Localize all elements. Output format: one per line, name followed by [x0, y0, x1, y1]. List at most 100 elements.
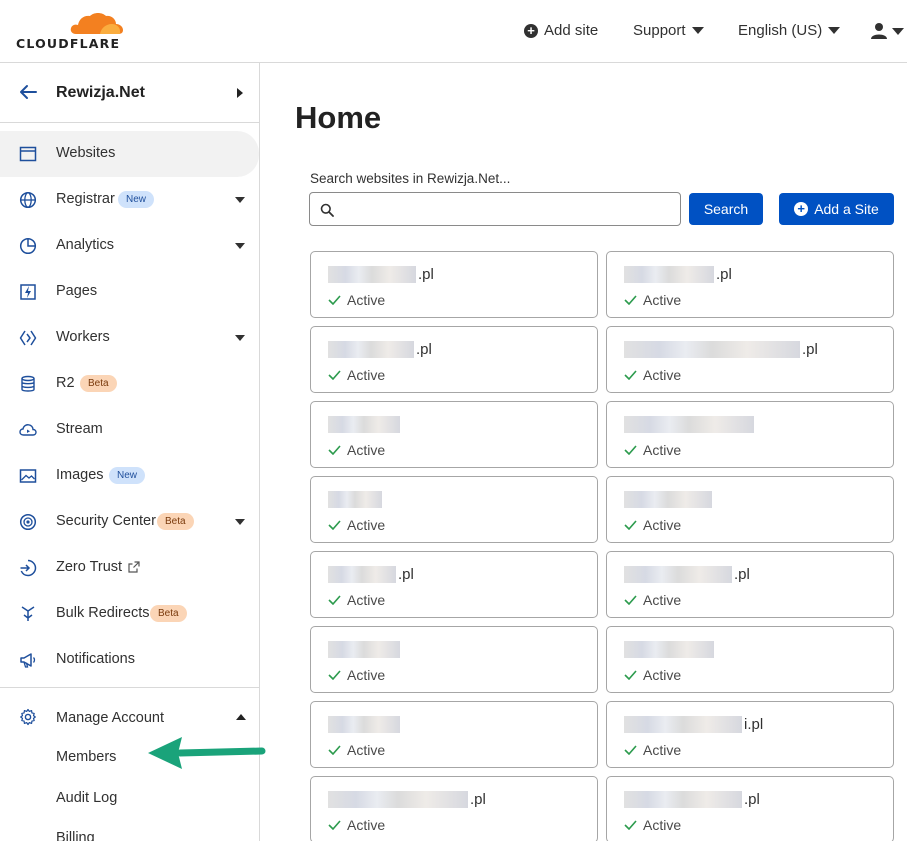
globe-icon — [19, 191, 37, 209]
site-card[interactable]: Active — [606, 626, 894, 693]
site-card[interactable]: .pl Active — [310, 776, 598, 841]
site-card[interactable]: .pl Active — [310, 326, 598, 393]
site-domain[interactable]: i.pl — [624, 715, 763, 733]
beta-badge: Beta — [80, 375, 117, 392]
add-site-link[interactable]: + Add site — [524, 22, 598, 39]
site-status: Active — [624, 592, 681, 608]
redacted-domain — [328, 715, 400, 733]
caret-down-icon[interactable] — [235, 519, 245, 525]
redacted-domain — [624, 340, 800, 358]
sidebar-item-pages[interactable]: Pages — [0, 269, 259, 315]
sidebar-item-images[interactable]: Images New — [0, 453, 259, 499]
account-header[interactable]: Rewizja.Net — [0, 63, 259, 123]
redacted-domain — [624, 265, 714, 283]
site-domain[interactable]: .pl — [328, 340, 432, 358]
site-domain[interactable] — [328, 490, 384, 508]
browser-window-icon — [19, 146, 37, 162]
site-card[interactable]: .pl Active — [606, 551, 894, 618]
add-site-button-label: Add a Site — [814, 201, 879, 217]
site-domain[interactable]: .pl — [624, 565, 750, 583]
language-menu[interactable]: English (US) — [738, 22, 841, 39]
page-title: Home — [295, 100, 382, 135]
site-status: Active — [328, 817, 385, 833]
redacted-domain — [624, 715, 742, 733]
sidebar-item-notifications[interactable]: Notifications — [0, 637, 259, 683]
site-status: Active — [328, 592, 385, 608]
caret-right-icon[interactable] — [237, 88, 243, 98]
sidebar-item-websites[interactable]: Websites — [0, 131, 259, 177]
caret-down-icon[interactable] — [235, 243, 245, 249]
site-domain[interactable] — [624, 490, 714, 508]
site-domain[interactable]: .pl — [624, 340, 818, 358]
redacted-domain — [328, 415, 400, 433]
site-card[interactable]: Active — [606, 401, 894, 468]
annotation-arrow — [148, 737, 266, 769]
redacted-domain — [624, 790, 742, 808]
site-card[interactable]: Active — [310, 701, 598, 768]
sidebar-item-workers[interactable]: Workers — [0, 315, 259, 361]
check-icon — [624, 595, 637, 605]
search-icon — [320, 203, 334, 217]
site-domain[interactable]: .pl — [328, 265, 434, 283]
site-domain[interactable]: .pl — [624, 265, 732, 283]
sidebar-item-zero-trust[interactable]: Zero Trust — [0, 545, 259, 591]
sidebar-subitem-billing[interactable]: Billing — [56, 830, 95, 841]
domain-suffix: .pl — [802, 340, 818, 358]
site-card[interactable]: Active — [310, 626, 598, 693]
site-domain[interactable] — [328, 640, 402, 658]
redacted-domain — [328, 790, 468, 808]
arrow-left-icon[interactable] — [18, 82, 38, 102]
site-card[interactable]: .pl Active — [310, 551, 598, 618]
site-card[interactable]: Active — [310, 476, 598, 543]
sidebar-item-registrar[interactable]: Registrar New — [0, 177, 259, 223]
check-icon — [328, 670, 341, 680]
sidebar-item-security-center[interactable]: Security Center Beta — [0, 499, 259, 545]
user-menu[interactable] — [870, 22, 904, 40]
sidebar-item-r2[interactable]: R2 Beta — [0, 361, 259, 407]
caret-down-icon — [892, 27, 904, 35]
sidebar-subitem-audit-log[interactable]: Audit Log — [56, 790, 117, 806]
site-domain[interactable] — [624, 640, 716, 658]
site-card[interactable]: i.pl Active — [606, 701, 894, 768]
site-domain[interactable]: .pl — [328, 565, 414, 583]
check-icon — [624, 370, 637, 380]
search-button[interactable]: Search — [689, 193, 763, 225]
sidebar-item-bulk-redirects[interactable]: Bulk Redirects Beta — [0, 591, 259, 637]
site-status: Active — [624, 442, 681, 458]
search-label: Search websites in Rewizja.Net... — [310, 171, 511, 186]
new-badge: New — [118, 191, 155, 208]
caret-down-icon[interactable] — [235, 197, 245, 203]
caret-up-icon[interactable] — [236, 714, 246, 720]
sidebar-item-label: Websites — [56, 145, 116, 161]
check-icon — [328, 370, 341, 380]
zero-trust-icon — [20, 559, 37, 577]
caret-down-icon[interactable] — [235, 335, 245, 341]
site-card[interactable]: .pl Active — [310, 251, 598, 318]
site-card[interactable]: Active — [310, 401, 598, 468]
site-card[interactable]: Active — [606, 476, 894, 543]
site-card[interactable]: .pl Active — [606, 776, 894, 841]
site-domain[interactable] — [624, 415, 756, 433]
sidebar-subitem-members[interactable]: Members — [56, 749, 116, 765]
site-domain[interactable]: .pl — [328, 790, 486, 808]
sidebar-item-stream[interactable]: Stream — [0, 407, 259, 453]
check-icon — [328, 595, 341, 605]
sidebar-item-analytics[interactable]: Analytics — [0, 223, 259, 269]
site-card[interactable]: .pl Active — [606, 326, 894, 393]
check-icon — [328, 820, 341, 830]
site-domain[interactable] — [328, 715, 402, 733]
add-site-button[interactable]: + Add a Site — [779, 193, 894, 225]
site-domain[interactable]: .pl — [624, 790, 760, 808]
support-menu[interactable]: Support — [633, 22, 704, 39]
cloudflare-logo[interactable]: CLOUDFLARE — [16, 10, 126, 51]
site-domain[interactable] — [328, 415, 402, 433]
sidebar-item-label: Workers — [56, 329, 110, 345]
status-label: Active — [643, 592, 682, 608]
status-label: Active — [643, 817, 682, 833]
site-status: Active — [624, 292, 681, 308]
status-label: Active — [643, 442, 682, 458]
search-input[interactable] — [309, 192, 681, 226]
site-card[interactable]: .pl Active — [606, 251, 894, 318]
status-label: Active — [347, 667, 386, 683]
beta-badge: Beta — [157, 513, 194, 530]
